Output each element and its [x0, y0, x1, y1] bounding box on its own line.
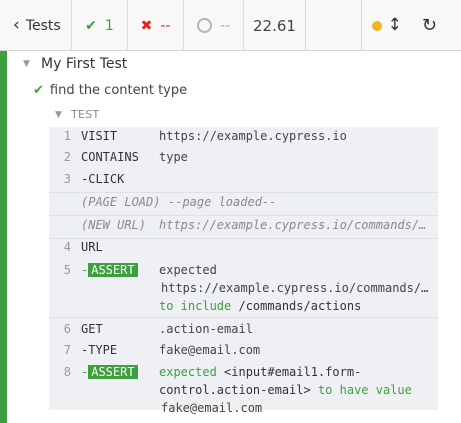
event-row[interactable]: (NEW URL) https://example.cypress.io/com…	[49, 218, 438, 238]
command-row[interactable]: 4 URL	[49, 240, 438, 260]
command-number: 6	[63, 322, 71, 336]
assert-verb: to have value	[317, 383, 412, 397]
event-name: (PAGE LOAD)	[81, 195, 161, 209]
command-number: 4	[63, 240, 71, 254]
command-name: GET	[81, 322, 103, 336]
hook-header[interactable]: ▼ TEST	[55, 108, 100, 121]
command-name: - ASSERT	[81, 263, 138, 277]
command-number: 8	[63, 365, 71, 379]
assert-expected: expected	[159, 365, 217, 379]
reporter-toolbar: ‹ Tests ✔ 1 ✖ -- -- 22.61 ↕ ↻	[0, 0, 461, 51]
command-name: - ASSERT	[81, 365, 138, 379]
tests-back-button[interactable]: ‹ Tests	[0, 0, 72, 51]
suite-row[interactable]: ▼ My First Test	[23, 56, 127, 72]
event-name: (NEW URL)	[81, 218, 147, 232]
command-name: -TYPE	[81, 343, 118, 357]
assert-badge: ASSERT	[88, 263, 138, 277]
assert-subject-cont: control.action-email>	[159, 383, 311, 397]
passed-count: ✔ 1	[72, 0, 128, 51]
chevron-left-icon: ‹	[13, 15, 20, 35]
command-number: 3	[63, 172, 71, 186]
command-name: URL	[81, 240, 103, 254]
command-row[interactable]: 1 VISIT https://example.cypress.io	[49, 129, 438, 149]
divider	[49, 317, 438, 318]
failed-count: ✖ --	[128, 0, 184, 51]
triangle-down-icon: ▼	[55, 109, 63, 120]
command-number: 1	[63, 129, 71, 143]
command-message: type	[159, 150, 188, 164]
command-row[interactable]: 8 - ASSERT expected <input#email1.form- c…	[49, 365, 438, 421]
event-message: --page loaded--	[168, 195, 277, 209]
tests-label: Tests	[25, 17, 61, 34]
ring-icon	[196, 18, 212, 33]
command-name: CONTAINS	[81, 150, 139, 164]
command-number: 5	[63, 263, 71, 277]
test-title: find the content type	[49, 83, 188, 98]
refresh-icon[interactable]: ↻	[422, 16, 437, 35]
command-row[interactable]: 2 CONTAINS type	[49, 150, 438, 170]
command-log: 1 VISIT https://example.cypress.io 2 CON…	[49, 127, 438, 415]
assert-actual: https://example.cypress.io/commands/…	[161, 281, 429, 295]
passed-value: 1	[104, 17, 114, 34]
divider	[49, 192, 438, 193]
assert-badge: ASSERT	[88, 365, 138, 379]
command-number: 2	[63, 150, 71, 164]
event-message: https://example.cypress.io/commands/…	[159, 218, 427, 232]
check-icon: ✔	[33, 83, 44, 98]
hook-label: TEST	[71, 108, 100, 121]
up-down-icon[interactable]: ↕	[388, 17, 402, 34]
suite-title: My First Test	[41, 56, 128, 72]
command-message: .action-email	[159, 322, 253, 336]
divider	[49, 238, 438, 239]
toolbar-controls: ↕ ↻	[360, 0, 461, 51]
command-row[interactable]: 3 -CLICK	[49, 172, 438, 192]
command-name: -CLICK	[81, 172, 125, 186]
command-row[interactable]: 6 GET .action-email	[49, 322, 438, 342]
dot-icon	[371, 20, 382, 31]
command-row[interactable]: 7 -TYPE fake@email.com	[49, 343, 438, 363]
assert-verb: to include	[159, 299, 232, 313]
triangle-down-icon: ▼	[23, 59, 30, 69]
command-message: https://example.cypress.io	[159, 129, 347, 143]
status-accent-bar	[0, 51, 7, 423]
assert-subject: <input#email1.form-	[224, 365, 362, 379]
duration: 22.61	[244, 0, 306, 51]
pending-count: --	[184, 0, 244, 51]
command-name: VISIT	[81, 129, 118, 143]
pending-value: --	[219, 17, 231, 34]
check-icon: ✔	[85, 17, 97, 34]
command-row[interactable]: 5 - ASSERT expected https://example.cypre…	[49, 263, 438, 323]
test-row[interactable]: ✔ find the content type	[33, 83, 187, 98]
command-message: fake@email.com	[159, 343, 261, 357]
assert-value: fake@email.com	[161, 401, 263, 415]
x-icon: ✖	[140, 17, 153, 34]
divider	[49, 215, 438, 216]
assert-expected: expected	[159, 263, 217, 277]
assert-value: /commands/actions	[238, 299, 362, 313]
failed-value: --	[160, 17, 171, 34]
command-number: 7	[63, 343, 71, 357]
event-row[interactable]: (PAGE LOAD) --page loaded--	[49, 195, 438, 215]
